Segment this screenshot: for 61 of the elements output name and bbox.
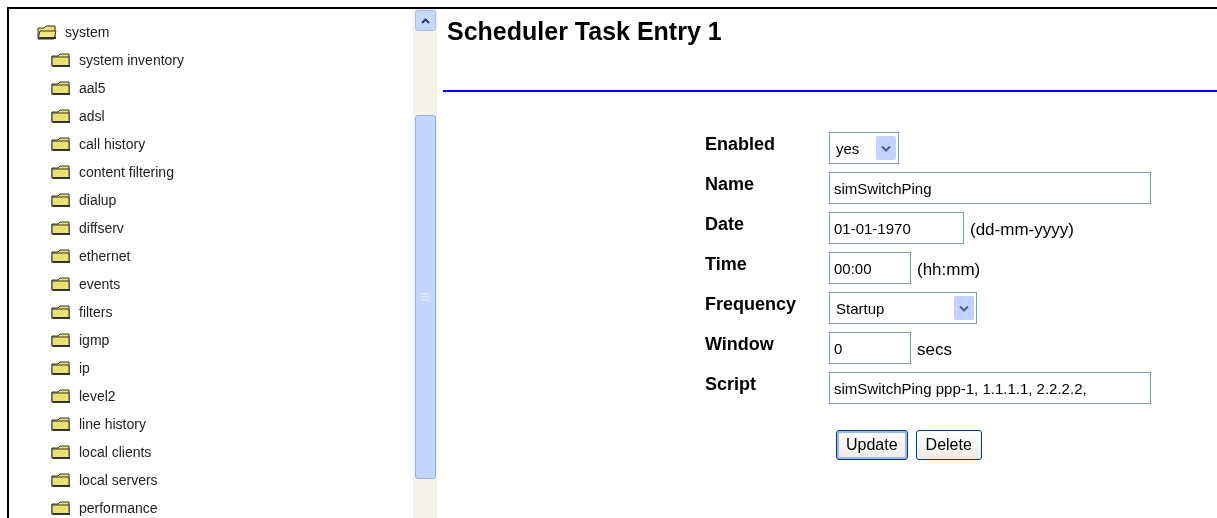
- field-label: Enabled: [705, 134, 775, 155]
- folder-icon: [51, 164, 71, 180]
- tree-item[interactable]: aal5: [51, 74, 106, 102]
- field-label: Frequency: [705, 294, 797, 315]
- input-field[interactable]: simSwitchPing: [829, 172, 1151, 204]
- tree-item[interactable]: local clients: [51, 438, 152, 466]
- tree-item[interactable]: ethernet: [51, 242, 131, 270]
- dropdown[interactable]: yes: [829, 132, 899, 164]
- input-field[interactable]: 00:00: [829, 252, 911, 284]
- folder-icon: [51, 444, 71, 460]
- chevron-down-icon: [959, 304, 969, 312]
- folder-icon: [51, 108, 71, 124]
- tree-item[interactable]: content filtering: [51, 158, 174, 186]
- form-button[interactable]: Update: [836, 430, 908, 460]
- tree-item[interactable]: dialup: [51, 186, 117, 214]
- page-title: Scheduler Task Entry 1: [447, 17, 722, 46]
- field-label: Date: [705, 214, 744, 235]
- tree-item[interactable]: events: [51, 270, 121, 298]
- chevron-down-icon: [881, 144, 891, 152]
- input-field[interactable]: 01-01-1970: [829, 212, 964, 244]
- field-label: Time: [705, 254, 747, 275]
- tree-item[interactable]: adsl: [51, 102, 105, 130]
- chevron-up-icon: [420, 17, 430, 24]
- folder-icon: [51, 500, 71, 516]
- folder-icon: [51, 248, 71, 264]
- tree-item[interactable]: call history: [51, 130, 146, 158]
- folder-icon: [51, 332, 71, 348]
- input-field[interactable]: simSwitchPing ppp-1, 1.1.1.1, 2.2.2.2,: [829, 372, 1151, 404]
- field-label: Script: [705, 374, 756, 395]
- folder-icon: [51, 472, 71, 488]
- tree-item[interactable]: diffserv: [51, 214, 124, 242]
- folder-icon: [51, 276, 71, 292]
- field-label: Name: [705, 174, 755, 195]
- scrollbar-thumb[interactable]: [414, 115, 436, 479]
- scroll-up-button[interactable]: [414, 10, 436, 31]
- folder-icon: [51, 192, 71, 208]
- input-field[interactable]: 0: [829, 332, 911, 364]
- tree-item[interactable]: line history: [51, 410, 146, 438]
- format-hint: secs: [917, 340, 952, 360]
- folder-icon: [51, 52, 71, 68]
- folder-icon: [51, 220, 71, 236]
- folder-icon: [51, 80, 71, 96]
- tree-item[interactable]: local servers: [51, 466, 158, 494]
- tree-item[interactable]: system: [37, 18, 110, 46]
- format-hint: (hh:mm): [917, 260, 981, 280]
- folder-icon: [51, 388, 71, 404]
- dropdown[interactable]: Startup: [829, 292, 977, 324]
- tree-item[interactable]: level2: [51, 382, 116, 410]
- field-label: Window: [705, 334, 774, 355]
- tree-item[interactable]: performance: [51, 494, 158, 518]
- tree-item[interactable]: filters: [51, 298, 113, 326]
- folder-icon: [51, 304, 71, 320]
- folder-icon: [51, 360, 71, 376]
- format-hint: (dd-mm-yyyy): [970, 220, 1074, 240]
- tree-item[interactable]: igmp: [51, 326, 110, 354]
- folder-icon: [37, 24, 57, 40]
- folder-icon: [51, 416, 71, 432]
- tree-item[interactable]: ip: [51, 354, 90, 382]
- folder-icon: [51, 136, 71, 152]
- form-button[interactable]: Delete: [915, 430, 982, 460]
- tree-item[interactable]: system inventory: [51, 46, 185, 74]
